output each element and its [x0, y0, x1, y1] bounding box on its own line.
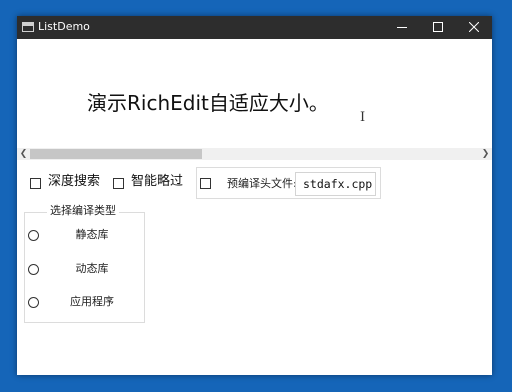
app-icon: [22, 22, 34, 32]
chevron-left-icon[interactable]: ❮: [17, 148, 30, 160]
smart-skip-label[interactable]: 智能略过: [131, 174, 183, 190]
horizontal-scrollbar[interactable]: ❮ ❯: [17, 148, 492, 160]
maximize-icon: [433, 22, 443, 32]
minimize-icon: [397, 27, 407, 28]
smart-skip-checkbox[interactable]: [113, 178, 124, 189]
precompiled-header-input[interactable]: stdafx.cpp: [295, 172, 376, 196]
title-bar[interactable]: ListDemo: [17, 16, 492, 39]
precompiled-header-checkbox[interactable]: [200, 178, 211, 189]
ibeam-cursor-icon: I: [360, 110, 366, 125]
richedit-content[interactable]: 演示RichEdit自适应大小。: [87, 90, 329, 116]
close-button[interactable]: [456, 16, 492, 39]
maximize-button[interactable]: [420, 16, 456, 39]
precompiled-header-label: 预编译头文件:: [227, 177, 297, 190]
scrollbar-thumb[interactable]: [30, 149, 202, 159]
radio-label-application[interactable]: 应用程序: [52, 295, 132, 309]
main-window: ListDemo 演示RichEdit自适应大小。 I ❮ ❯ 深度搜索 智能略…: [17, 16, 492, 375]
minimize-button[interactable]: [384, 16, 420, 39]
chevron-right-icon[interactable]: ❯: [479, 148, 492, 160]
radio-label-dynamic-lib[interactable]: 动态库: [52, 262, 132, 276]
radio-static-lib[interactable]: [28, 230, 39, 241]
close-icon: [469, 22, 479, 32]
radio-application[interactable]: [28, 297, 39, 308]
deep-search-label[interactable]: 深度搜索: [48, 174, 100, 190]
radio-label-static-lib[interactable]: 静态库: [52, 228, 132, 242]
compile-type-title: 选择编译类型: [47, 204, 119, 218]
radio-dynamic-lib[interactable]: [28, 264, 39, 275]
deep-search-checkbox[interactable]: [30, 178, 41, 189]
window-title: ListDemo: [38, 20, 90, 33]
